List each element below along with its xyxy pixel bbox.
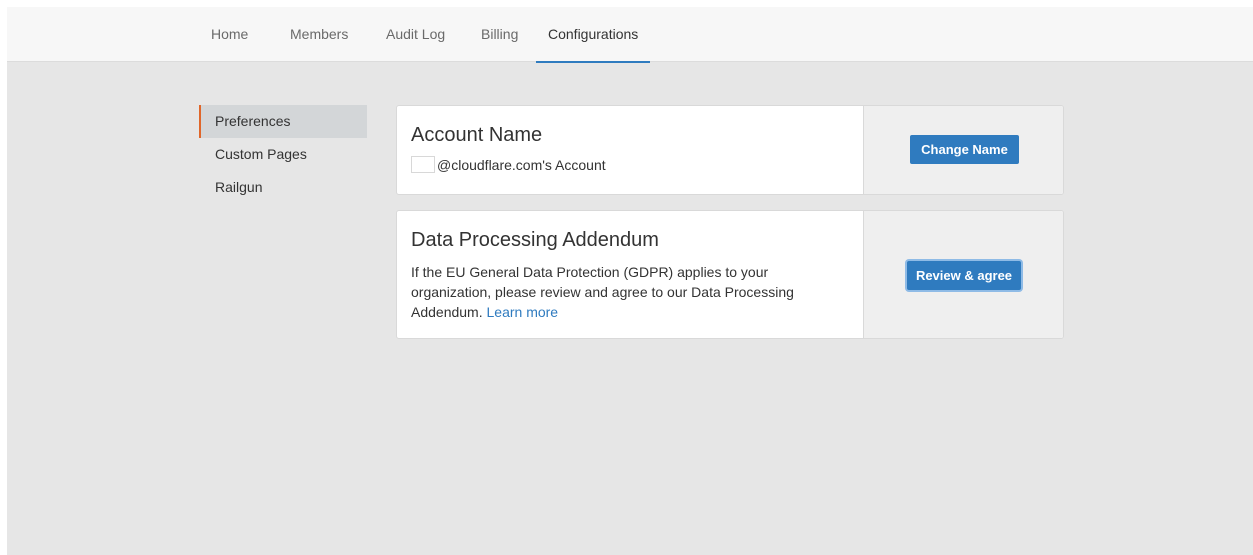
- redacted-username: [411, 156, 435, 173]
- sidebar-item-preferences[interactable]: Preferences: [199, 105, 367, 138]
- account-name-suffix: @cloudflare.com's Account: [437, 157, 606, 173]
- learn-more-link[interactable]: Learn more: [487, 304, 559, 320]
- top-navigation: Home Members Audit Log Billing Configura…: [7, 7, 1253, 63]
- dpa-content: Data Processing Addendum If the EU Gener…: [397, 211, 863, 338]
- tab-audit-log[interactable]: Audit Log: [386, 7, 445, 62]
- account-name-value: @cloudflare.com's Account: [411, 155, 849, 175]
- dpa-actions: Review & agree: [863, 211, 1063, 338]
- dpa-card: Data Processing Addendum If the EU Gener…: [396, 210, 1064, 339]
- account-name-card: Account Name @cloudflare.com's Account C…: [396, 105, 1064, 195]
- dpa-description: If the EU General Data Protection (GDPR)…: [411, 262, 811, 322]
- sidebar-item-railgun[interactable]: Railgun: [199, 171, 367, 204]
- account-name-title: Account Name: [411, 124, 543, 146]
- account-name-actions: Change Name: [863, 106, 1063, 194]
- dpa-title: Data Processing Addendum: [411, 229, 659, 251]
- change-name-button[interactable]: Change Name: [910, 135, 1019, 164]
- tab-members[interactable]: Members: [290, 7, 348, 62]
- tab-billing[interactable]: Billing: [481, 7, 518, 62]
- review-and-agree-button[interactable]: Review & agree: [907, 261, 1021, 290]
- dpa-description-text: If the EU General Data Protection (GDPR)…: [411, 264, 794, 320]
- sidebar-item-custom-pages[interactable]: Custom Pages: [199, 138, 367, 171]
- account-name-content: Account Name @cloudflare.com's Account: [397, 106, 863, 194]
- tab-configurations[interactable]: Configurations: [535, 7, 651, 63]
- tab-home[interactable]: Home: [211, 7, 248, 62]
- app-frame: Home Members Audit Log Billing Configura…: [7, 7, 1253, 555]
- sidebar: Preferences Custom Pages Railgun: [199, 105, 367, 204]
